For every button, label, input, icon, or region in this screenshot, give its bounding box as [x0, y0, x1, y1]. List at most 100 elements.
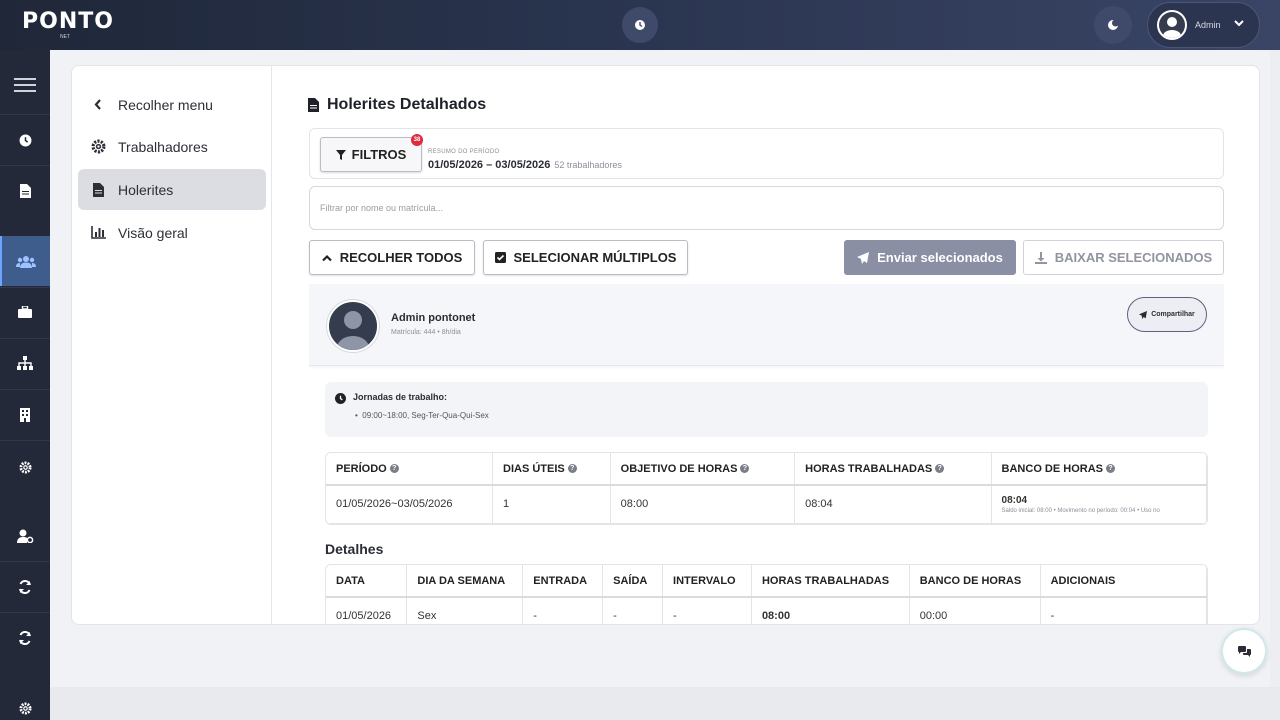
- share-button-label: Compartilhar: [1151, 311, 1195, 318]
- rail-menu-button[interactable]: [0, 60, 50, 110]
- details-header[interactable]: DATA: [326, 565, 408, 598]
- details-header[interactable]: INTERVALO: [662, 565, 752, 598]
- side-item-overview[interactable]: Visão geral: [78, 212, 266, 253]
- summary-header-target-hours: OBJETIVO DE HORAS?: [610, 453, 796, 486]
- filters-button[interactable]: FILTROS: [320, 137, 422, 172]
- summary-table: PERÍODO? DIAS ÚTEIS? OBJETIVO DE HORAS? …: [325, 452, 1208, 525]
- details-cell: 08:00: [751, 597, 910, 624]
- rail-item-document[interactable]: [0, 166, 50, 216]
- left-rail: [0, 50, 50, 720]
- details-header[interactable]: ADICIONAIS: [1040, 565, 1207, 598]
- side-item-label: Holerites: [118, 181, 174, 198]
- summary-cell: 1: [492, 485, 611, 524]
- user-avatar-icon: [1159, 12, 1185, 38]
- content-card: Recolher menu Trabalhadores Holerites Vi…: [71, 65, 1260, 625]
- details-cell: -: [602, 597, 664, 624]
- help-icon[interactable]: ?: [740, 464, 750, 474]
- worker-details: Matrícula: 444 • 8h/dia: [391, 329, 461, 336]
- top-bar: PONTO NET Admin: [0, 0, 1280, 50]
- users-icon: [16, 255, 36, 268]
- help-icon[interactable]: ?: [567, 464, 577, 474]
- filter-icon: [335, 149, 346, 160]
- sitemap-icon: [17, 356, 33, 370]
- summary-cell: 08:04: [794, 485, 992, 524]
- main-panel: Holerites Detalhados FILTROS 38 RESUMO D…: [273, 66, 1259, 624]
- user-menu[interactable]: Admin: [1147, 2, 1260, 48]
- details-header[interactable]: HORAS TRABALHADAS: [751, 565, 910, 598]
- details-table: DATA DIA DA SEMANA ENTRADA SAÍDA INTERVA…: [325, 564, 1208, 624]
- send-icon: [1139, 310, 1148, 319]
- worker-header[interactable]: Admin pontonet Matrícula: 444 • 8h/dia C…: [309, 284, 1224, 366]
- user-name: Admin: [1195, 20, 1221, 30]
- details-header[interactable]: BANCO DE HORAS: [909, 565, 1041, 598]
- chat-button[interactable]: [1221, 628, 1267, 674]
- details-cell: -: [1040, 597, 1207, 624]
- details-header[interactable]: ENTRADA: [522, 565, 604, 598]
- rail-item-user-settings[interactable]: [0, 511, 50, 561]
- summary-cell: 01/05/2026~03/05/2026: [326, 485, 494, 524]
- side-item-payslips[interactable]: Holerites: [78, 169, 266, 210]
- send-selected-button[interactable]: Enviar selecionados: [844, 240, 1016, 275]
- rail-item-clock[interactable]: [0, 115, 50, 165]
- gear-icon: [18, 460, 32, 474]
- send-selected-label: Enviar selecionados: [877, 250, 1003, 265]
- scrollbar[interactable]: [1270, 50, 1280, 687]
- side-item-workers[interactable]: Trabalhadores: [78, 126, 266, 167]
- select-multiple-button[interactable]: SELECIONAR MÚLTIPLOS: [483, 240, 688, 275]
- chevron-up-icon: [321, 254, 332, 261]
- details-header[interactable]: DIA DA SEMANA: [406, 565, 524, 598]
- help-icon[interactable]: ?: [389, 464, 399, 474]
- worker-section: Admin pontonet Matrícula: 444 • 8h/dia C…: [309, 284, 1224, 624]
- work-schedule-text: 09:00~18:00, Seg-Ter-Qua-Qui-Sex: [362, 411, 489, 420]
- filters-badge: 38: [411, 134, 423, 146]
- period-range: 01/05/2026 – 03/05/2026: [428, 159, 551, 171]
- details-header[interactable]: SAÍDA: [602, 565, 664, 598]
- summary-cell: 08:00: [610, 485, 796, 524]
- chevron-down-icon: [1234, 20, 1244, 27]
- chevron-left-icon: [94, 99, 101, 110]
- table-row: 01/05/2026 Sex - - - 08:00 00:00 -: [326, 597, 1207, 624]
- avatar: [327, 300, 379, 352]
- rail-item-sync[interactable]: [0, 562, 50, 612]
- clock-icon: [335, 393, 346, 404]
- collapse-all-button[interactable]: RECOLHER TODOS: [309, 240, 475, 275]
- theme-toggle-button[interactable]: [1094, 6, 1132, 44]
- summary-header-worked-hours: HORAS TRABALHADAS?: [794, 453, 992, 486]
- rail-item-building[interactable]: [0, 390, 50, 440]
- details-cell: -: [522, 597, 604, 624]
- side-item-label: Visão geral: [118, 224, 188, 241]
- rail-item-org-chart[interactable]: [0, 338, 50, 388]
- rail-item-sync-2[interactable]: [0, 613, 50, 663]
- details-cell: 01/05/2026: [326, 597, 408, 624]
- help-icon[interactable]: ?: [1106, 464, 1115, 474]
- building-icon: [20, 408, 30, 422]
- page-title-text: Holerites Detalhados: [327, 96, 487, 113]
- download-selected-label: BAIXAR SELECIONADOS: [1054, 250, 1213, 265]
- search-input[interactable]: Filtrar por nome ou matrícula...: [309, 186, 1224, 230]
- footer-band: [50, 687, 1280, 720]
- rail-item-briefcase[interactable]: [0, 287, 50, 337]
- side-menu: Recolher menu Trabalhadores Holerites Vi…: [72, 66, 272, 624]
- rail-item-settings[interactable]: [0, 442, 50, 492]
- send-icon: [857, 251, 870, 264]
- details-title: Detalhes: [325, 541, 384, 557]
- side-item-label: Trabalhadores: [118, 138, 208, 155]
- sync-icon: [19, 580, 31, 594]
- summary-header-workdays: DIAS ÚTEIS?: [492, 453, 611, 486]
- rail-item-settings-bottom[interactable]: [0, 683, 50, 720]
- logo[interactable]: PONTO: [22, 9, 114, 34]
- help-icon[interactable]: ?: [935, 464, 945, 474]
- clock-icon: [635, 20, 645, 30]
- clock-button[interactable]: [622, 7, 658, 43]
- download-selected-button[interactable]: BAIXAR SELECIONADOS: [1023, 240, 1224, 275]
- details-cell: 00:00: [909, 597, 1041, 624]
- work-schedule-box: Jornadas de trabalho: • 09:00~18:00, Seg…: [325, 382, 1208, 437]
- work-schedule-item: • 09:00~18:00, Seg-Ter-Qua-Qui-Sex: [355, 411, 489, 420]
- sync-icon: [19, 631, 31, 645]
- side-item-collapse[interactable]: Recolher menu: [78, 84, 266, 125]
- user-gear-icon: [16, 529, 33, 543]
- table-row: 01/05/2026~03/05/2026 1 08:00 08:04 08:0…: [326, 485, 1207, 524]
- chat-icon: [1237, 645, 1251, 657]
- share-button[interactable]: Compartilhar: [1127, 297, 1207, 332]
- rail-item-users[interactable]: [0, 236, 50, 286]
